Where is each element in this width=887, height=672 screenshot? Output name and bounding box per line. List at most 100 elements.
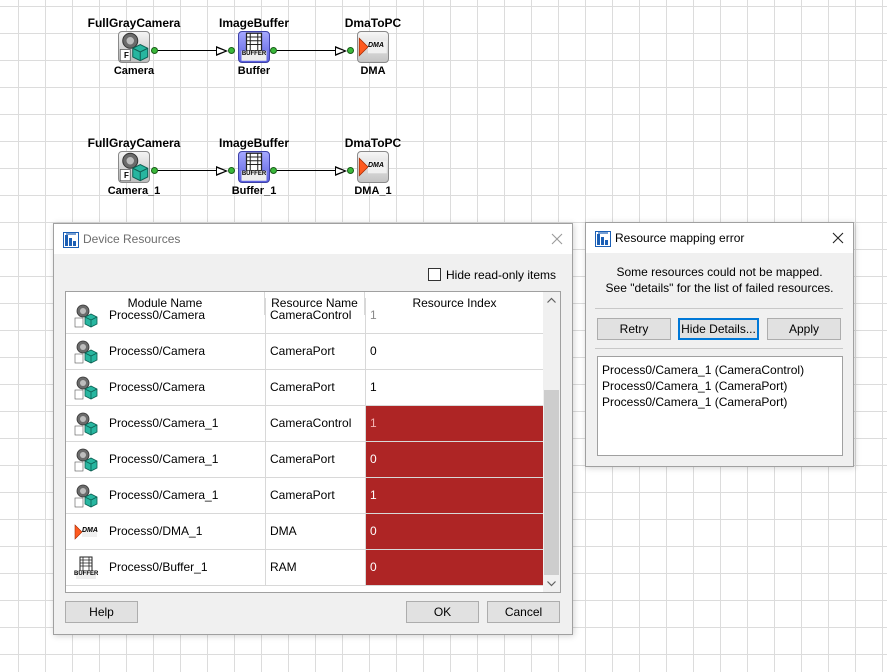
module-name-cell: Process0/Camera_1 [109, 488, 219, 502]
dma-icon: DMA [74, 520, 98, 544]
table-row[interactable]: Process0/Camera CameraPort 0 [66, 334, 544, 370]
resource-mapping-error-dialog: Resource mapping error Some resources co… [585, 222, 854, 467]
dma-node[interactable]: DmaToPC DMA DMA_1 [318, 135, 428, 198]
resource-index-cell: 1 [365, 298, 544, 333]
apply-button[interactable]: Apply [767, 318, 841, 340]
node-type-label: FullGrayCamera [87, 16, 181, 30]
module-name-cell: Process0/Camera_1 [109, 416, 219, 430]
module-name-cell: Process0/Camera [109, 380, 206, 394]
title-bar[interactable]: Resource mapping error [586, 223, 853, 253]
camera-icon [74, 376, 98, 400]
camera-node[interactable]: FullGrayCamera F Camera_1 [79, 135, 189, 198]
buffer-icon [239, 152, 269, 182]
close-button[interactable] [823, 223, 853, 253]
divider [595, 308, 843, 309]
table-row[interactable]: Process0/Camera_1 CameraPort 1 [66, 478, 544, 514]
module-name-cell: Process0/DMA_1 [109, 524, 203, 538]
resource-index-cell-error[interactable]: 1 [365, 478, 544, 513]
node-label: Camera_1 [107, 185, 161, 197]
cancel-button[interactable]: Cancel [487, 601, 560, 623]
buffer-node[interactable]: ImageBuffer BUFFER Buffer_1 [199, 135, 309, 198]
dma-node[interactable]: DmaToPC DMA DMA [318, 15, 428, 78]
buffer-block[interactable]: BUFFER [238, 31, 270, 63]
resource-index-cell[interactable]: 1 [365, 370, 544, 405]
table-row[interactable]: Process0/Camera CameraControl 1 [66, 298, 544, 334]
dialog-title: Resource mapping error [615, 231, 745, 245]
ok-button[interactable]: OK [406, 601, 479, 623]
table-row[interactable]: Process0/Camera_1 CameraPort 0 [66, 442, 544, 478]
node-label: DMA [360, 65, 386, 77]
node-type-label: DmaToPC [344, 136, 402, 150]
dma-block[interactable]: DMA [357, 31, 389, 63]
module-name-cell: Process0/Camera [109, 344, 206, 358]
camera-icon [74, 304, 98, 328]
camera-icon-letter: F [124, 51, 129, 60]
camera-block[interactable]: F [118, 151, 150, 183]
resource-index-cell[interactable]: 0 [365, 334, 544, 369]
buffer-icon-text: BUFFER [241, 51, 267, 57]
resource-name-cell: CameraControl [265, 298, 365, 333]
scroll-thumb[interactable] [544, 390, 559, 575]
hide-details-button[interactable]: Hide Details... [678, 318, 759, 340]
resource-name-cell: RAM [265, 550, 365, 585]
device-resources-dialog: Device Resources Hide read-only items Mo… [53, 223, 573, 635]
table-row[interactable]: BUFFER Process0/Buffer_1 RAM 0 [66, 550, 544, 586]
node-type-label: ImageBuffer [218, 16, 289, 30]
scroll-up-button[interactable] [543, 292, 560, 309]
divider [595, 348, 843, 349]
app-logo-icon [595, 231, 611, 247]
scroll-down-button[interactable] [543, 575, 560, 592]
table-row[interactable]: DMA Process0/DMA_1 DMA 0 [66, 514, 544, 550]
resource-index-cell-error: 1 [365, 406, 544, 441]
hide-readonly-checkbox[interactable] [428, 268, 441, 281]
retry-button[interactable]: Retry [597, 318, 671, 340]
camera-icon [74, 340, 98, 364]
buffer-icon-text: BUFFER [241, 171, 267, 177]
title-bar[interactable]: Device Resources [54, 224, 572, 254]
resource-name-cell: CameraPort [265, 370, 365, 405]
table-row[interactable]: Process0/Camera CameraPort 1 [66, 370, 544, 406]
close-icon [551, 233, 563, 245]
dma-block[interactable]: DMA [357, 151, 389, 183]
node-type-label: DmaToPC [344, 16, 402, 30]
camera-icon [74, 484, 98, 508]
camera-node[interactable]: FullGrayCamera F Camera [79, 15, 189, 78]
resource-index-cell-error[interactable]: 0 [365, 442, 544, 477]
buffer-icon-text: BUFFER [74, 571, 99, 577]
buffer-node[interactable]: ImageBuffer BUFFER Buffer [199, 15, 309, 78]
resource-index-cell-error[interactable]: 0 [365, 514, 544, 549]
hide-readonly-label: Hide read-only items [446, 268, 557, 282]
help-button[interactable]: Help [65, 601, 138, 623]
dma-icon-text: DMA [82, 527, 98, 534]
module-name-cell: Process0/Buffer_1 [109, 560, 208, 574]
app-logo-icon [63, 232, 79, 248]
camera-icon-letter: F [124, 171, 129, 180]
node-label: Buffer [237, 65, 271, 77]
resource-name-cell: CameraPort [265, 478, 365, 513]
close-icon [832, 232, 844, 244]
node-type-label: FullGrayCamera [87, 136, 181, 150]
error-message-line-1: Some resources could not be mapped. [616, 265, 823, 279]
camera-block[interactable]: F [118, 31, 150, 63]
dma-icon-text: DMA [368, 42, 384, 49]
buffer-block[interactable]: BUFFER [238, 151, 270, 183]
dialog-title: Device Resources [83, 232, 181, 246]
resources-table: Module Name Resource Name Resource Index… [65, 291, 561, 593]
chevron-up-icon [547, 297, 556, 303]
output-port[interactable] [151, 167, 158, 174]
node-label: DMA_1 [354, 185, 392, 197]
error-message-line-2: See "details" for the list of failed res… [605, 281, 834, 295]
resource-name-cell: CameraPort [265, 334, 365, 369]
output-port[interactable] [270, 47, 277, 54]
resource-index-cell-error[interactable]: 0 [365, 550, 544, 585]
output-port[interactable] [151, 47, 158, 54]
failed-resource-item: Process0/Camera_1 (CameraPort) [602, 395, 788, 409]
table-row[interactable]: Process0/Camera_1 CameraControl 1 [66, 406, 544, 442]
chevron-down-icon [547, 581, 556, 587]
output-port[interactable] [270, 167, 277, 174]
module-name-cell: Process0/Camera_1 [109, 452, 219, 466]
vertical-scrollbar[interactable] [543, 292, 560, 592]
close-button[interactable] [542, 224, 572, 254]
failed-resources-list[interactable]: Process0/Camera_1 (CameraControl) Proces… [597, 356, 843, 456]
camera-icon [74, 412, 98, 436]
